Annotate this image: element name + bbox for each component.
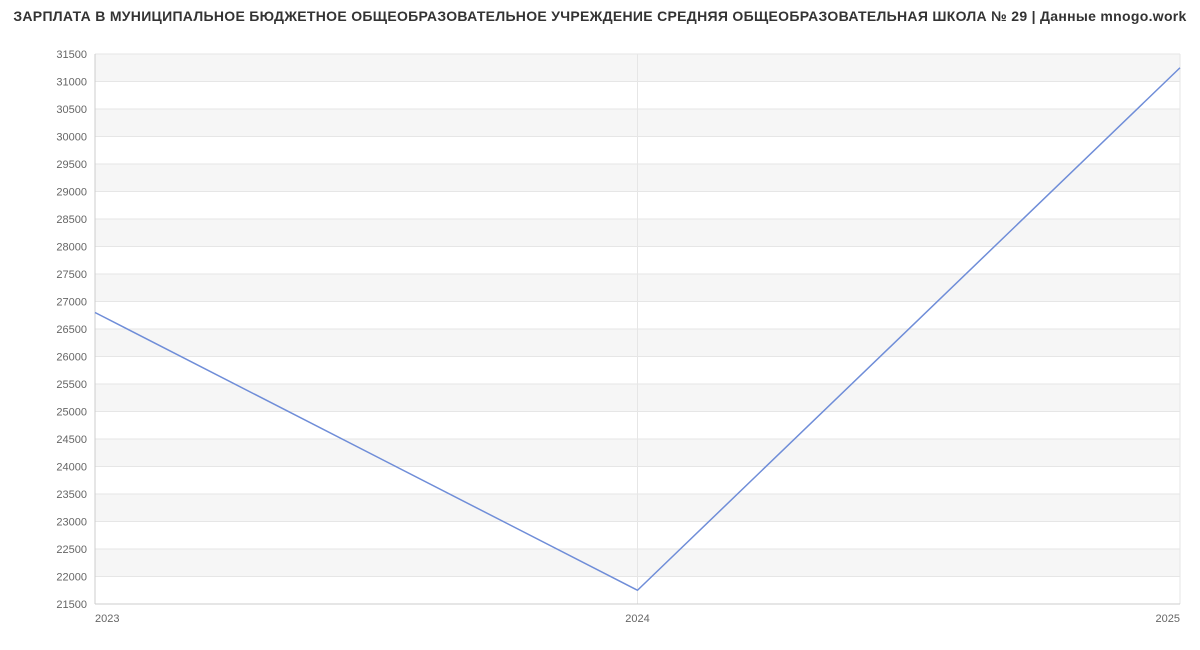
chart-title: ЗАРПЛАТА В МУНИЦИПАЛЬНОЕ БЮДЖЕТНОЕ ОБЩЕО… [0, 0, 1200, 24]
y-tick-label: 28500 [56, 214, 87, 226]
y-tick-label: 22000 [56, 572, 87, 584]
y-tick-label: 23500 [56, 489, 87, 501]
y-tick-label: 29000 [56, 187, 87, 199]
x-tick-label: 2025 [1156, 613, 1180, 625]
y-tick-label: 28000 [56, 242, 87, 254]
x-tick-label: 2024 [625, 613, 649, 625]
x-tick-label: 2023 [95, 613, 119, 625]
y-tick-label: 24000 [56, 462, 87, 474]
y-tick-label: 27500 [56, 269, 87, 281]
y-tick-label: 25500 [56, 379, 87, 391]
y-tick-label: 22500 [56, 544, 87, 556]
y-tick-label: 30500 [56, 104, 87, 116]
y-tick-label: 30000 [56, 132, 87, 144]
y-tick-label: 31000 [56, 77, 87, 89]
y-tick-label: 21500 [56, 599, 87, 611]
y-tick-label: 29500 [56, 159, 87, 171]
y-tick-label: 23000 [56, 517, 87, 529]
chart-svg: 21500 22000 22500 23000 23500 24000 24500 25000… [0, 24, 1200, 644]
y-tick-label: 26500 [56, 324, 87, 336]
y-tick-label: 25000 [56, 407, 87, 419]
y-tick-label: 31500 [56, 49, 87, 61]
y-tick-label: 27000 [56, 297, 87, 309]
y-tick-label: 26000 [56, 352, 87, 364]
y-tick-label: 24500 [56, 434, 87, 446]
chart-area: 21500 22000 22500 23000 23500 24000 24500 25000… [0, 24, 1200, 644]
